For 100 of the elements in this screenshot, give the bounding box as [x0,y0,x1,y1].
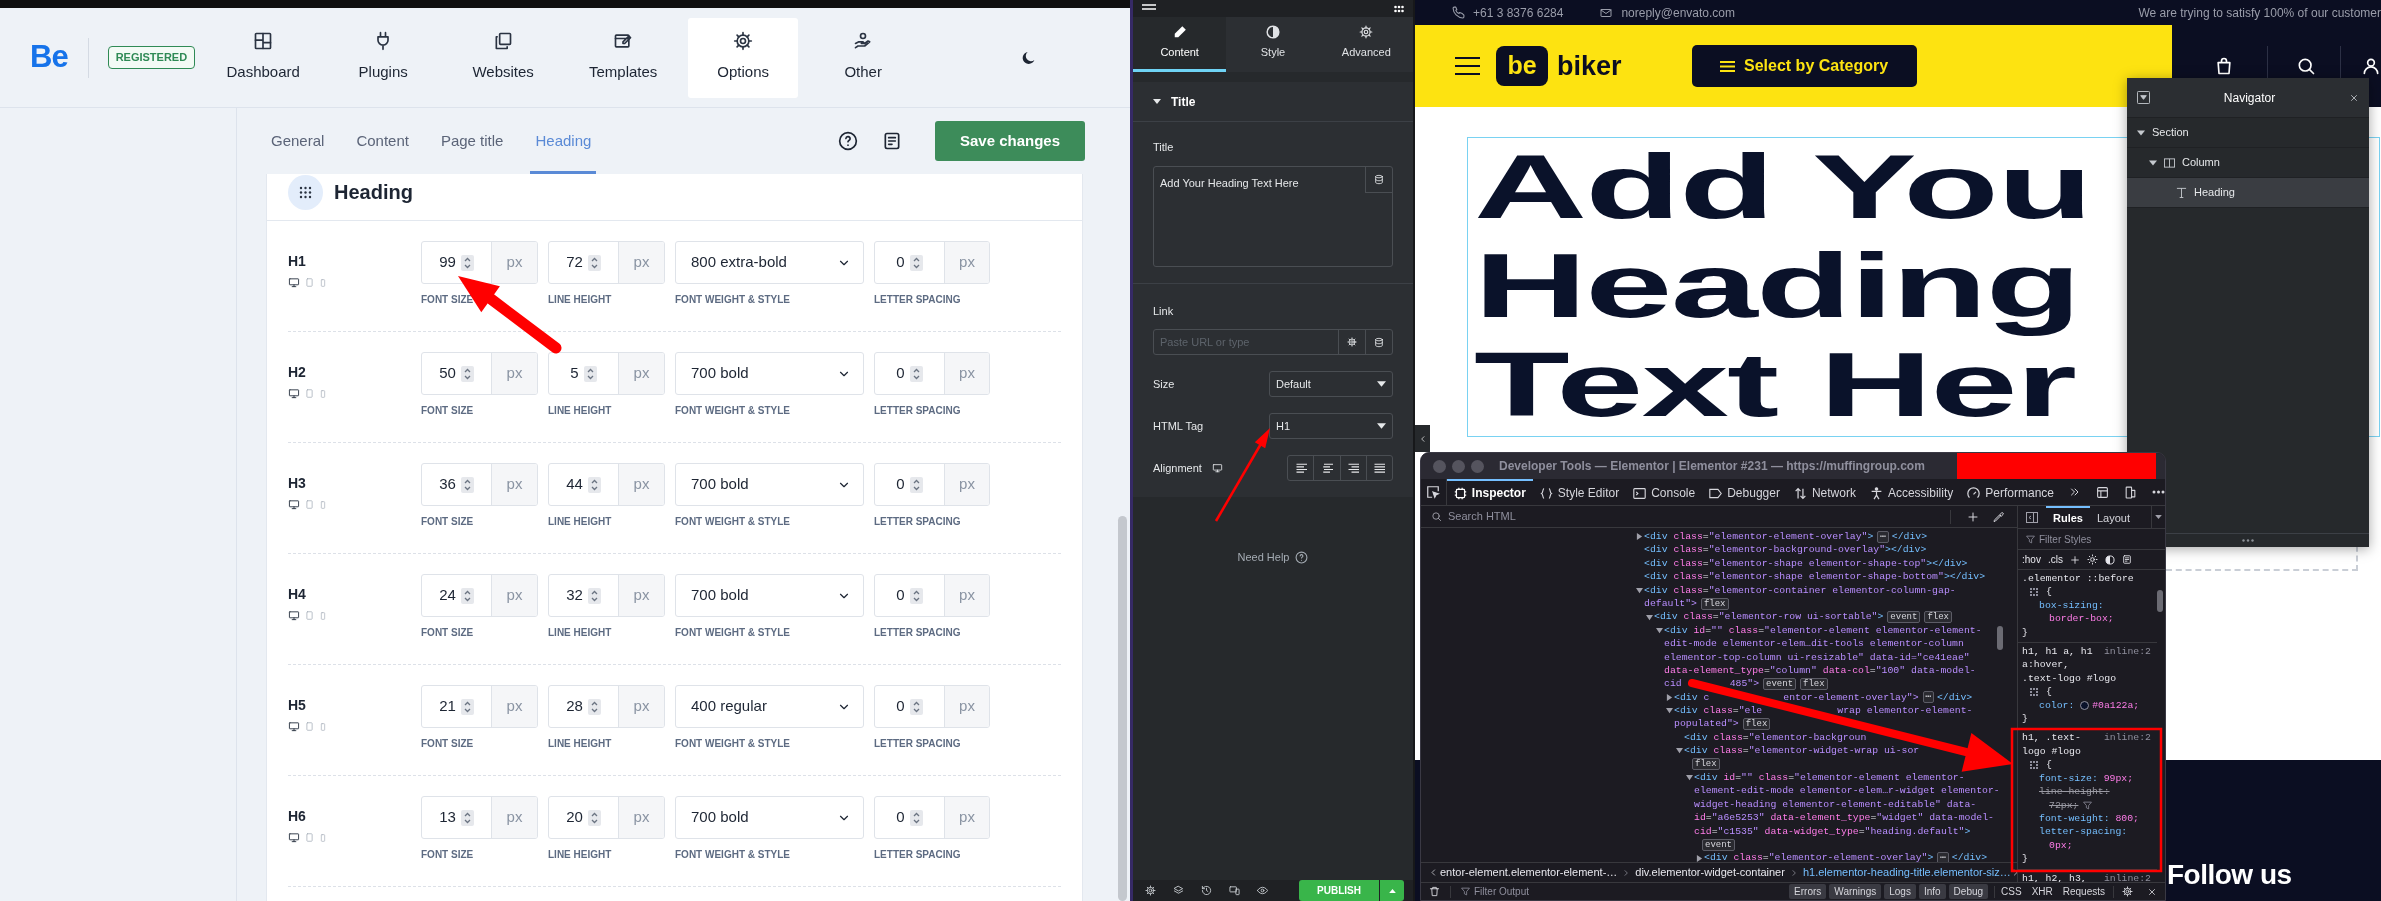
caret-down-icon[interactable] [2137,129,2145,136]
filter-field[interactable]: Filter Styles [2039,531,2149,547]
log-level-toggle[interactable]: Logs [1884,884,1916,899]
code-line[interactable]: 485"> [1729,677,1760,691]
source-link[interactable]: inline:2 [2103,871,2151,882]
request-type-toggle[interactable]: XHR [2031,884,2053,899]
code-line[interactable]: <div id="" class="elementor-element elementor-element- [1664,623,1982,638]
gear-icon[interactable] [2122,886,2133,897]
devtools-tab[interactable]: Debugger [1702,479,1787,505]
alignment-control[interactable] [1287,455,1393,481]
spinner-icon[interactable] [460,365,474,382]
desktop-icon[interactable] [1211,463,1223,473]
help-icon[interactable] [1295,550,1309,564]
devtools-tab[interactable]: Console [1626,479,1703,505]
select-field[interactable]: 700 bold [675,352,864,395]
sidebar-toggle-icon[interactable] [2026,511,2038,523]
close-icon[interactable] [2349,92,2359,103]
node-badge[interactable]: ⋯ [1877,530,1889,543]
user-icon[interactable] [2361,56,2381,76]
select-field[interactable]: 400 regular [675,685,864,728]
grid-icon[interactable] [2030,588,2038,597]
caret-down-icon[interactable] [1665,707,1674,715]
navigator-item[interactable]: Heading [2127,178,2369,208]
source-link[interactable]: inline:2 [2103,731,2151,745]
devtools-tab[interactable]: Network [1786,479,1863,505]
number-field[interactable]: 0 px [874,241,990,284]
settings-tab[interactable]: Content [351,108,414,174]
nav-tab[interactable]: Websites [448,17,559,98]
node-badge[interactable]: flex [1692,758,1720,771]
help-link[interactable]: Need Help [1237,549,1290,566]
select-field[interactable]: 800 extra-bold [675,241,864,284]
close-icon[interactable] [2147,886,2157,897]
number-field[interactable]: 50 px [421,352,538,395]
code-line[interactable]: default"> [1644,596,1697,611]
code-line[interactable]: <div class="elementor-element-overlay"> [1704,851,1934,862]
category-button[interactable]: Select by Category [1691,45,1917,87]
resize-handle-icon[interactable] [2242,539,2254,542]
number-field[interactable]: 36 px [421,463,538,506]
scrollbar-thumb[interactable] [2157,590,2163,612]
devtools-tab[interactable]: Style Editor [1532,479,1627,505]
menu-icon[interactable] [1455,56,1480,76]
dock-icon[interactable] [2096,485,2109,499]
code-line[interactable]: widget-heading elementor-element-editable" data- [1694,797,1977,812]
light-scheme-icon[interactable] [2086,554,2098,565]
class-toggle[interactable]: .cls [2047,552,2063,567]
node-badge[interactable]: flex [1700,597,1729,610]
sidebar-tab[interactable]: Rules [2046,506,2090,528]
caret-right-icon[interactable] [1695,854,1704,862]
code-line[interactable]: <div id="" class="elementor-element elementor- [1694,771,1965,785]
log-level-toggle[interactable]: Errors [1789,884,1827,899]
number-field[interactable]: 5 px [548,352,665,395]
scrollbar-thumb[interactable] [1997,626,2003,650]
code-line[interactable]: element-edit-mode elementor-elem…r-widget elementor- [1694,784,2000,798]
spinner-icon[interactable] [587,587,601,604]
grid-icon[interactable] [2030,761,2038,769]
number-field[interactable]: 72 px [548,241,665,284]
spinner-icon[interactable] [909,587,923,604]
layers-icon[interactable] [1173,885,1184,896]
nav-tab[interactable]: Other [808,17,919,98]
code-line[interactable]: <div class="elementor-background-overlay"></div> [1644,543,1927,557]
code-line[interactable]: </div> [1891,530,1928,544]
breadcrumb[interactable]: h1.elementor-heading-title.elementor-siz… [1802,864,2011,881]
caret-right-icon[interactable] [1635,533,1644,541]
search-icon[interactable] [2296,56,2316,76]
caret-down-icon[interactable] [1635,586,1644,594]
number-field[interactable]: 24 px [421,574,538,617]
title-textarea[interactable]: Add Your Heading Text Here [1153,166,1393,267]
nav-tab[interactable]: Plugins [328,17,439,98]
spinner-icon[interactable] [460,698,474,715]
code-line[interactable]: </div> [1936,690,1973,705]
node-badge[interactable]: flex [1924,611,1952,624]
hover-toggle[interactable]: :hov [2022,552,2041,567]
code-line[interactable]: populated"> [1674,717,1739,731]
number-field[interactable]: 44 px [548,463,665,506]
select-field[interactable]: 700 bold [675,796,864,839]
nav-tab[interactable]: Options [688,17,799,98]
spinner-icon[interactable] [460,476,474,493]
select-field[interactable]: 700 bold [675,463,864,506]
panel-tab[interactable]: Advanced [1319,17,1413,72]
code-line[interactable]: cid="c1535" data-widget_type="heading.default"> [1694,824,1971,838]
history-icon[interactable] [1201,885,1212,896]
number-field[interactable]: 0 px [874,685,990,728]
eyedropper-icon[interactable] [1993,510,2005,523]
notes-icon[interactable] [882,131,902,151]
settings-tab[interactable]: Page title [435,108,509,174]
spinner-icon[interactable] [460,809,474,826]
code-line[interactable]: data-element_type="column" data-col="100" data-model- [1664,663,1976,678]
code-line[interactable]: entor-element-overlay"> [1783,690,1919,705]
eye-icon[interactable] [1257,885,1268,896]
number-field[interactable]: 0 px [874,463,990,506]
select-field[interactable]: H1 [1269,413,1393,439]
more-tabs-icon[interactable] [2069,486,2081,498]
caret-down-icon[interactable] [1655,626,1664,634]
code-line[interactable]: <div class="elementor-widget-wrap ui-sor [1684,744,1920,758]
sidebar-tab[interactable]: Layout [2089,506,2137,528]
caret-down-icon[interactable] [2155,515,2162,519]
caret-down-icon[interactable] [1153,99,1161,104]
search-field[interactable]: Search HTML [1448,508,1944,525]
devtools-tab[interactable]: Accessibility [1862,479,1961,505]
node-badge[interactable]: event [1702,838,1735,851]
